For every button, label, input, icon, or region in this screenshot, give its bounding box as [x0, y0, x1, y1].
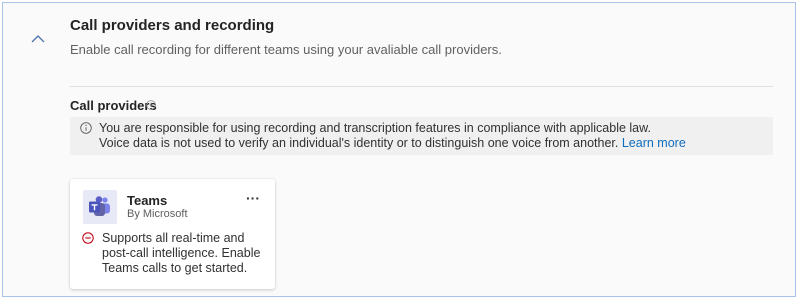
provider-vendor: By Microsoft	[127, 208, 188, 220]
notice-text-line2: Voice data is not used to verify an indi…	[99, 136, 686, 150]
info-icon	[80, 122, 92, 134]
compliance-notice: You are responsible for using recording …	[70, 117, 773, 155]
info-icon[interactable]	[146, 100, 156, 110]
notice-text-line2-body: Voice data is not used to verify an indi…	[99, 136, 619, 150]
provider-card-teams[interactable]: Teams By Microsoft ··· Supports all real…	[70, 179, 275, 289]
blocked-icon	[82, 232, 94, 244]
teams-icon	[89, 196, 110, 216]
provider-name: Teams	[127, 193, 168, 208]
notice-text-line1: You are responsible for using recording …	[99, 121, 651, 135]
provider-description: Supports all real-time and post-call int…	[102, 231, 261, 275]
chevron-up-icon[interactable]	[31, 34, 45, 44]
more-options-button[interactable]: ···	[242, 191, 264, 207]
call-providers-label: Call providers	[70, 98, 157, 113]
divider	[70, 86, 773, 87]
teams-logo	[83, 190, 117, 224]
section-subtitle: Enable call recording for different team…	[70, 42, 502, 57]
call-providers-section: Call providers and recording Enable call…	[2, 2, 796, 297]
section-title: Call providers and recording	[70, 17, 275, 34]
learn-more-link[interactable]: Learn more	[622, 136, 686, 150]
